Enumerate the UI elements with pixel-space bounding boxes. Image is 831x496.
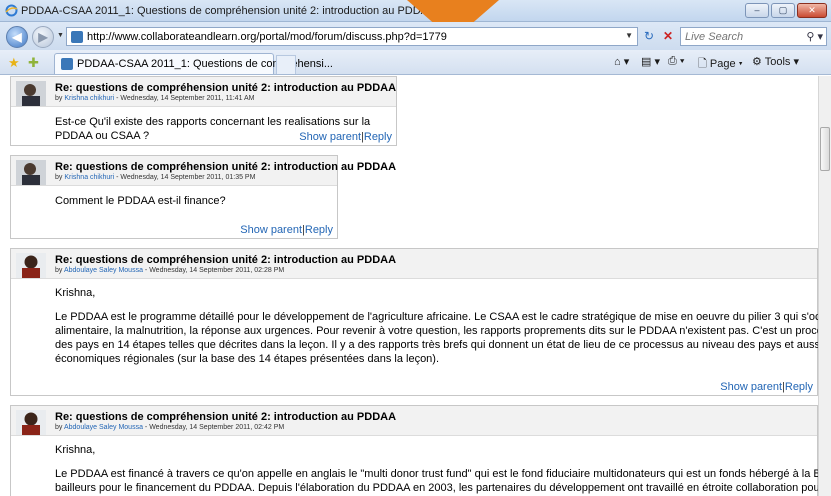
print-icon[interactable]: ⎙ ▾ bbox=[668, 55, 684, 68]
close-button[interactable]: ✕ bbox=[797, 3, 827, 18]
reply-link[interactable]: Reply bbox=[305, 224, 333, 236]
post-title: Re: questions de compréhension unité 2: … bbox=[55, 161, 397, 173]
feeds-icon[interactable]: ▤ ▾ bbox=[641, 55, 660, 68]
forum-post: Re: questions de compréhension unité 2: … bbox=[10, 76, 397, 146]
search-icon[interactable]: ⚲ ▾ bbox=[806, 30, 823, 43]
address-url[interactable]: http://www.collaborateandlearn.org/porta… bbox=[87, 31, 447, 43]
show-parent-link[interactable]: Show parent bbox=[720, 381, 782, 393]
reply-link[interactable]: Reply bbox=[364, 131, 392, 143]
internet-explorer-icon bbox=[5, 4, 18, 17]
show-parent-link[interactable]: Show parent bbox=[240, 224, 302, 236]
tab-bar: ★ ✚ PDDAA-CSAA 2011_1: Questions de comp… bbox=[0, 50, 831, 75]
page-menu-label: Page bbox=[709, 58, 736, 70]
post-body: Krishna, Le PDDAA est le programme détai… bbox=[55, 287, 818, 365]
forum-post: Re: questions de compréhension unité 2: … bbox=[10, 155, 396, 239]
avatar bbox=[16, 253, 46, 278]
new-tab-button[interactable] bbox=[276, 55, 296, 74]
avatar bbox=[16, 410, 46, 435]
author-link[interactable]: Abdoulaye Saley Moussa bbox=[64, 267, 143, 274]
post-footer: Show parent|Reply bbox=[240, 224, 333, 236]
site-favicon-icon bbox=[71, 31, 83, 43]
minimize-button[interactable]: ‒ bbox=[745, 3, 769, 18]
post-title: Re: questions de compréhension unité 2: … bbox=[55, 82, 397, 94]
post-byline: by Abdoulaye Saley Moussa - Wednesday, 1… bbox=[55, 267, 285, 274]
author-link[interactable]: Abdoulaye Saley Moussa bbox=[64, 424, 143, 431]
post-byline: by Krishna chikhuri - Wednesday, 14 Sept… bbox=[55, 174, 256, 181]
avatar bbox=[16, 81, 46, 106]
show-parent-link[interactable]: Show parent bbox=[299, 131, 361, 143]
home-icon[interactable]: ⌂ ▾ bbox=[614, 55, 629, 68]
post-footer: Show parent|Reply bbox=[299, 131, 392, 143]
tools-menu-label: Tools bbox=[764, 56, 791, 68]
author-link[interactable]: Krishna chikhuri bbox=[64, 95, 114, 102]
address-toolbar: ◀ ▶ ▼ http://www.collaborateandlearn.org… bbox=[0, 22, 831, 50]
post-footer: Show parent|Reply bbox=[720, 381, 813, 393]
forum-post: Re: questions de compréhension unité 2: … bbox=[10, 405, 818, 496]
history-dropdown-icon[interactable]: ▼ bbox=[57, 32, 64, 39]
post-body: Comment le PDDAA est-il finance? bbox=[55, 195, 226, 207]
post-title: Re: questions de compréhension unité 2: … bbox=[55, 411, 397, 423]
forward-button[interactable]: ▶ bbox=[32, 26, 54, 48]
maximize-button[interactable]: ▢ bbox=[771, 3, 795, 18]
author-link[interactable]: Krishna chikhuri bbox=[64, 174, 114, 181]
page-content: Re: questions de compréhension unité 2: … bbox=[0, 76, 818, 496]
search-input[interactable] bbox=[685, 30, 803, 43]
stop-icon[interactable]: ✕ bbox=[659, 28, 677, 45]
post-body: Krishna, Le PDDAA est financé à travers … bbox=[55, 444, 818, 494]
tab-favicon-icon bbox=[61, 58, 73, 70]
refresh-icon[interactable]: ↻ bbox=[640, 28, 658, 45]
scrollbar-thumb[interactable] bbox=[820, 127, 830, 171]
search-box[interactable]: ⚲ ▾ bbox=[680, 27, 827, 46]
reply-link[interactable]: Reply bbox=[785, 381, 813, 393]
favorites-star-icon[interactable]: ★ bbox=[8, 55, 20, 71]
avatar bbox=[16, 160, 46, 185]
post-byline: by Krishna chikhuri - Wednesday, 14 Sept… bbox=[55, 95, 255, 102]
page-menu[interactable]: 🗋 Page ▾ bbox=[698, 55, 743, 74]
post-title: Re: questions de compréhension unité 2: … bbox=[55, 254, 397, 266]
back-button[interactable]: ◀ bbox=[6, 26, 28, 48]
add-favorites-icon[interactable]: ✚ bbox=[28, 55, 39, 71]
vertical-scrollbar[interactable] bbox=[818, 76, 831, 496]
post-byline: by Abdoulaye Saley Moussa - Wednesday, 1… bbox=[55, 424, 285, 431]
address-field[interactable]: http://www.collaborateandlearn.org/porta… bbox=[66, 27, 638, 46]
tab-current-page[interactable]: PDDAA-CSAA 2011_1: Questions de compréhe… bbox=[54, 53, 333, 74]
tools-menu[interactable]: ⚙ Tools ▾ bbox=[752, 55, 799, 68]
address-dropdown-icon[interactable]: ▼ bbox=[625, 31, 633, 40]
window-title: PDDAA-CSAA 2011_1: Questions de compréhe… bbox=[21, 5, 461, 17]
forum-post: Re: questions de compréhension unité 2: … bbox=[10, 248, 818, 396]
